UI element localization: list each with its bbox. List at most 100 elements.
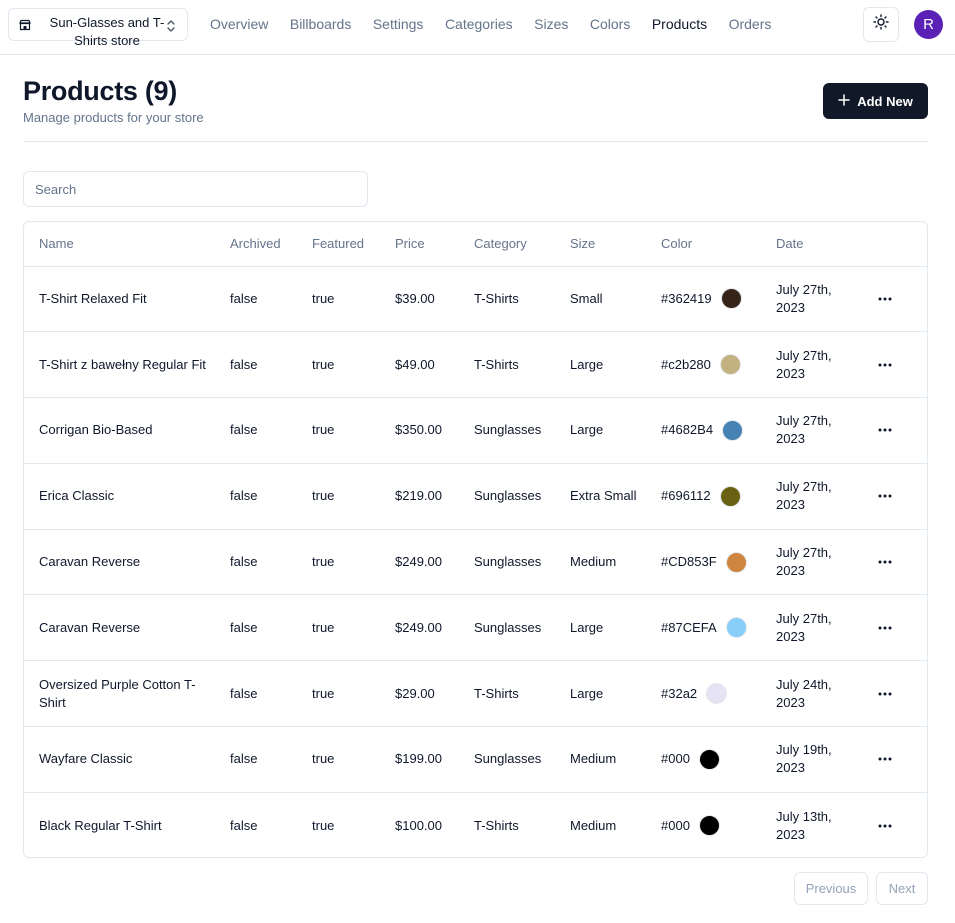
color-swatch <box>719 485 741 507</box>
table-header-row: Name Archived Featured Price Category Size Col… <box>24 222 927 267</box>
more-horizontal-icon[interactable] <box>873 353 897 377</box>
theme-toggle-button[interactable] <box>863 7 899 42</box>
search-input[interactable] <box>23 171 368 207</box>
cell-category: T-Shirts <box>459 266 555 333</box>
column-header-size: Size <box>555 222 646 267</box>
table-row: Wayfare Classic false true $199.00 Sunglasse… <box>24 726 927 793</box>
cell-archived: false <box>215 463 297 530</box>
more-horizontal-icon[interactable] <box>873 550 897 574</box>
add-new-button[interactable]: Add New <box>823 83 928 119</box>
nav-item-settings[interactable]: Settings <box>373 16 424 32</box>
color-code: #CD853F <box>661 554 717 570</box>
column-header-price: Price <box>380 222 459 267</box>
color-code: #32a2 <box>661 685 698 701</box>
nav-item-categories[interactable]: Categories <box>445 16 513 32</box>
cell-category: T-Shirts <box>459 331 555 399</box>
nav-item-products[interactable]: Products <box>652 16 707 32</box>
cell-name: Wayfare Classic <box>24 726 215 793</box>
page-title: Products (9) <box>23 76 177 106</box>
color-swatch <box>698 815 720 837</box>
cell-actions <box>862 529 927 596</box>
cell-name: Oversized Purple Cotton T-Shirt <box>24 660 215 728</box>
nav-item-overview[interactable]: Overview <box>210 16 268 32</box>
top-navbar: Sun-Glasses and T-Shirts store Overview B… <box>0 0 955 55</box>
cell-color: #696112 <box>646 463 761 530</box>
cell-actions <box>862 266 927 333</box>
cell-color: #362419 <box>646 266 761 333</box>
cell-price: $249.00 <box>380 594 459 662</box>
column-header-category: Category <box>459 222 555 267</box>
column-header-date: Date <box>761 222 862 267</box>
cell-archived: false <box>215 331 297 399</box>
cell-name: Corrigan Bio-Based <box>24 397 215 464</box>
table-row: T-Shirt Relaxed Fit false true $39.00 T-Shir… <box>24 266 927 333</box>
cell-name: Erica Classic <box>24 463 215 530</box>
more-horizontal-icon[interactable] <box>873 814 897 838</box>
nav-item-billboards[interactable]: Billboards <box>290 16 351 32</box>
cell-date: July 27th, 2023 <box>761 266 862 333</box>
cell-featured: true <box>297 660 380 728</box>
cell-actions <box>862 792 927 857</box>
more-horizontal-icon[interactable] <box>873 616 897 640</box>
table-row: Caravan Reverse false true $249.00 Sunglasse… <box>24 594 927 662</box>
cell-color: #c2b280 <box>646 331 761 399</box>
cell-featured: true <box>297 594 380 662</box>
cell-date: July 13th, 2023 <box>776 808 832 842</box>
store-icon <box>19 19 31 31</box>
more-horizontal-icon[interactable] <box>873 287 897 311</box>
color-code: #696112 <box>661 488 711 504</box>
color-swatch <box>706 683 728 705</box>
cell-size: Medium <box>570 817 617 833</box>
cell-category: Sunglasses <box>459 529 555 596</box>
page-description: Manage products for your store <box>23 110 204 125</box>
cell-color: #32a2 <box>646 660 761 728</box>
column-header-archived: Archived <box>215 222 297 267</box>
next-page-button[interactable]: Next <box>876 872 928 905</box>
cell-price: $39.00 <box>380 266 459 333</box>
table-row: Black Regular T-Shirt false true $100.00 T-S… <box>24 792 927 857</box>
nav-item-sizes[interactable]: Sizes <box>534 16 568 32</box>
column-header-actions <box>862 222 927 267</box>
cell-size: Large <box>555 331 646 399</box>
more-horizontal-icon[interactable] <box>873 682 897 706</box>
store-name: Sun-Glasses and T-Shirts store <box>49 15 165 48</box>
table-row: T-Shirt z bawełny Regular Fit false true $4… <box>24 331 927 399</box>
nav-item-colors[interactable]: Colors <box>590 16 630 32</box>
cell-category: T-Shirts <box>474 817 519 833</box>
color-code: #362419 <box>661 290 712 306</box>
table-row: Corrigan Bio-Based false true $350.00 Sungla… <box>24 397 927 464</box>
cell-actions <box>862 463 927 530</box>
color-code: #4682B4 <box>661 422 714 438</box>
cell-category: T-Shirts <box>459 660 555 728</box>
cell-actions <box>862 660 927 728</box>
color-swatch <box>719 354 741 376</box>
cell-size: Extra Small <box>555 463 646 530</box>
table-row: Caravan Reverse false true $249.00 Sunglasse… <box>24 529 927 596</box>
cell-size: Large <box>555 397 646 464</box>
more-horizontal-icon[interactable] <box>873 747 897 771</box>
user-avatar[interactable]: R <box>914 10 943 39</box>
cell-actions <box>862 726 927 793</box>
nav-item-orders[interactable]: Orders <box>729 16 772 32</box>
store-switcher[interactable]: Sun-Glasses and T-Shirts store <box>8 8 188 48</box>
cell-price: $350.00 <box>380 397 459 464</box>
cell-date: July 27th, 2023 <box>761 529 862 596</box>
chevrons-up-down-icon <box>165 19 177 33</box>
cell-color: #CD853F <box>646 529 761 596</box>
color-swatch <box>725 617 747 639</box>
cell-color: #87CEFA <box>646 594 761 662</box>
products-table: Name Archived Featured Price Category Size Col… <box>23 221 928 858</box>
cell-archived: false <box>215 726 297 793</box>
main-nav: Overview Billboards Settings Categories Size… <box>210 0 793 48</box>
cell-color: #4682B4 <box>646 397 761 464</box>
color-swatch <box>725 551 747 573</box>
column-header-name: Name <box>24 222 215 267</box>
color-code: #000 <box>661 817 690 833</box>
more-horizontal-icon[interactable] <box>873 418 897 442</box>
cell-actions <box>862 397 927 464</box>
previous-page-button[interactable]: Previous <box>794 872 868 905</box>
more-horizontal-icon[interactable] <box>873 484 897 508</box>
table-row: Erica Classic false true $219.00 Sunglasses E… <box>24 463 927 530</box>
cell-date: July 24th, 2023 <box>761 660 862 728</box>
cell-actions <box>862 331 927 399</box>
